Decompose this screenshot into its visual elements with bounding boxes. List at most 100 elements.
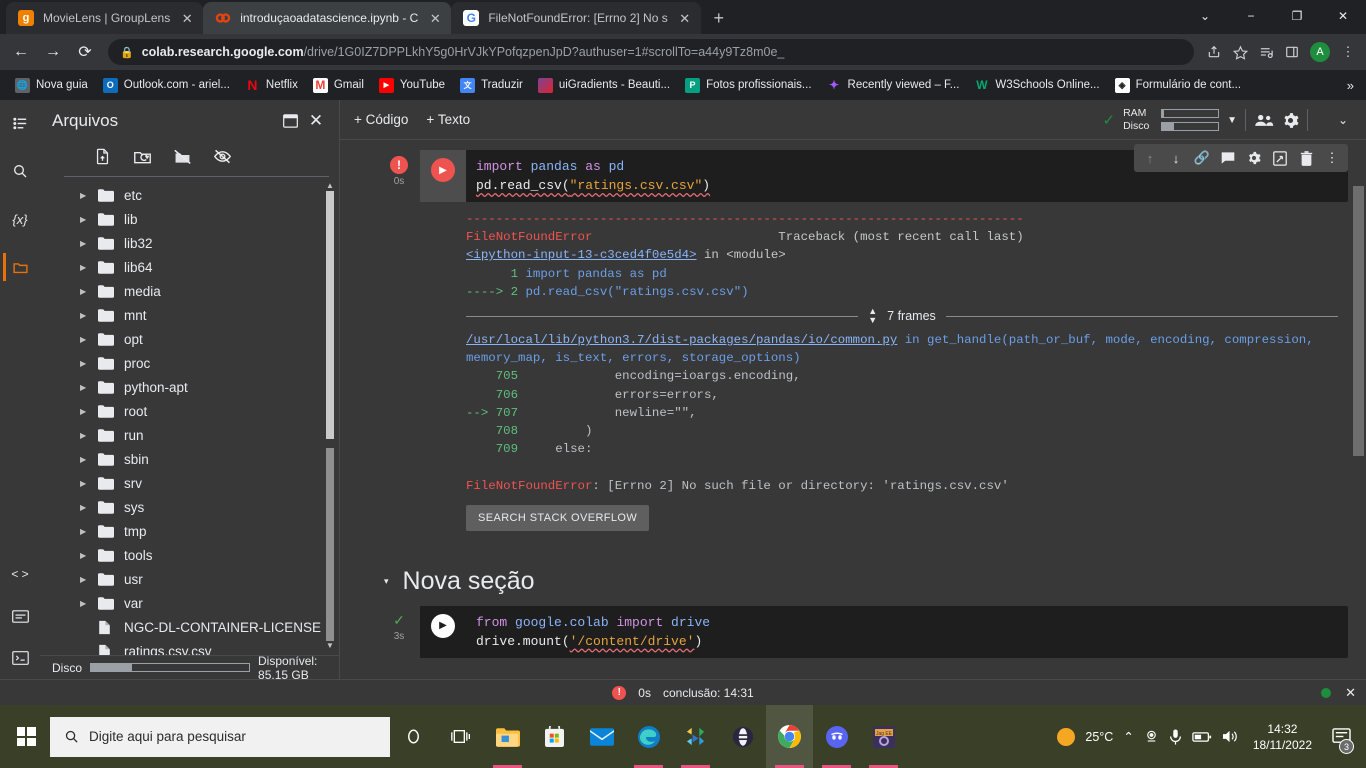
gear-icon[interactable] — [1282, 112, 1299, 129]
microsoft-edge-icon[interactable] — [625, 705, 672, 768]
file-tree-item[interactable]: ▶ sys — [40, 495, 339, 519]
volume-icon[interactable] — [1222, 729, 1239, 744]
scrollbar-thumb-lower[interactable] — [326, 447, 334, 641]
bookmark-item[interactable]: O Outlook.com - ariel... — [96, 75, 237, 96]
scrollbar-thumb[interactable] — [326, 191, 334, 439]
file-tree-item[interactable]: ▶ media — [40, 279, 339, 303]
bookmark-item[interactable]: P Fotos profissionais... — [678, 75, 818, 96]
section-header[interactable]: ▾ Nova seção — [384, 567, 1348, 596]
jagex-ide-icon[interactable]: Jag EE — [860, 705, 907, 768]
file-tree-item[interactable]: ▶ tmp — [40, 519, 339, 543]
file-tree[interactable]: ▶ etc ▶ lib ▶ lib32 ▶ lib64 ▶ media ▶ mnt ▶ opt… — [40, 177, 339, 655]
notebook-scroll-area[interactable]: ↑ ↓ 🔗 ⋮ ! 0s ▶ import pandas as pd pd.re… — [340, 140, 1366, 679]
chevron-right-icon[interactable]: ▶ — [80, 359, 90, 368]
opera-gx-icon[interactable] — [719, 705, 766, 768]
tab-close-icon[interactable]: ✕ — [677, 10, 693, 26]
show-hidden-icons-chevron[interactable]: ⌃ — [1123, 729, 1133, 744]
code-cell-1[interactable]: ! 0s ▶ import pandas as pd pd.read_csv("… — [378, 150, 1348, 541]
browser-tab-3[interactable]: G FileNotFoundError: [Errno 2] No s ✕ — [451, 2, 701, 34]
file-tree-item[interactable]: ▶ srv — [40, 471, 339, 495]
close-panel-icon[interactable]: ✕ — [303, 108, 329, 134]
bookmark-item[interactable]: 文 Traduzir — [453, 75, 530, 96]
files-icon[interactable] — [7, 254, 33, 280]
google-chrome-icon[interactable] — [766, 705, 813, 768]
file-tree-item[interactable]: ▶ lib64 — [40, 255, 339, 279]
code-cell-2[interactable]: ✓ 3s ▶ from google.colab import drive dr… — [378, 605, 1348, 658]
browser-tab-1[interactable]: g MovieLens | GroupLens ✕ — [6, 2, 204, 34]
back-icon[interactable]: ← — [6, 37, 36, 67]
file-tree-item[interactable]: ▶ opt — [40, 327, 339, 351]
add-text-cell-button[interactable]: + Texto — [426, 112, 470, 127]
battery-icon[interactable] — [1192, 731, 1212, 743]
file-tree-item[interactable]: ▶ mnt — [40, 303, 339, 327]
chevron-right-icon[interactable]: ▶ — [80, 599, 90, 608]
variables-icon[interactable]: {x} — [7, 206, 33, 232]
file-tree-item[interactable]: ▶ usr — [40, 567, 339, 591]
chevron-right-icon[interactable]: ▶ — [80, 383, 90, 392]
refresh-folder-icon[interactable] — [130, 144, 154, 168]
people-icon[interactable] — [1254, 113, 1274, 127]
share-icon[interactable] — [1202, 40, 1226, 64]
three-dot-menu-icon[interactable]: ⋮ — [1336, 40, 1360, 64]
bookmark-item[interactable]: ◈ Formulário de cont... — [1108, 75, 1248, 96]
cell-editor[interactable]: ▶ from google.colab import drive drive.m… — [420, 605, 1348, 658]
delete-cell-icon[interactable] — [1294, 147, 1318, 169]
vscode-icon[interactable] — [672, 705, 719, 768]
toggle-hidden-icon[interactable] — [210, 144, 234, 168]
scroll-down-arrow-icon[interactable]: ▼ — [326, 641, 334, 651]
move-cell-up-icon[interactable]: ↑ — [1138, 147, 1162, 169]
run-cell-button[interactable]: ▶ — [431, 158, 455, 182]
tab-close-icon[interactable]: ✕ — [427, 10, 443, 26]
tab-search-icon[interactable]: ⌄ — [1182, 0, 1228, 32]
chevron-right-icon[interactable]: ▶ — [80, 263, 90, 272]
task-view-icon[interactable] — [437, 705, 484, 768]
chevron-right-icon[interactable]: ▶ — [80, 575, 90, 584]
bookmark-item[interactable]: W W3Schools Online... — [967, 75, 1106, 96]
bookmark-item[interactable]: 🌐 Nova guia — [8, 75, 95, 96]
notebook-scrollbar-thumb[interactable] — [1353, 186, 1364, 456]
bookmarks-overflow-button[interactable]: » — [1343, 78, 1358, 93]
bookmark-item[interactable]: ✦ Recently viewed – F... — [820, 75, 967, 96]
file-tree-item[interactable]: ▶ python-apt — [40, 375, 339, 399]
chevron-right-icon[interactable]: ▶ — [80, 287, 90, 296]
add-comment-icon[interactable] — [1216, 147, 1240, 169]
file-tree-item[interactable]: ▶ proc — [40, 351, 339, 375]
discord-icon[interactable] — [813, 705, 860, 768]
cortana-icon[interactable] — [390, 705, 437, 768]
reload-icon[interactable]: ⟳ — [70, 37, 100, 67]
file-tree-item[interactable]: ▶ etc — [40, 183, 339, 207]
chevron-right-icon[interactable]: ▶ — [80, 407, 90, 416]
chevron-right-icon[interactable]: ▶ — [80, 431, 90, 440]
search-stack-overflow-button[interactable]: SEARCH STACK OVERFLOW — [466, 504, 650, 531]
search-icon[interactable] — [7, 158, 33, 184]
collapse-toolbar-icon[interactable]: ⌄ — [1338, 113, 1348, 127]
scrollbar-track[interactable] — [326, 191, 334, 641]
file-tree-item[interactable]: ratings.csv.csv — [40, 639, 339, 655]
action-center-icon[interactable]: 3 — [1326, 705, 1356, 768]
upload-file-icon[interactable] — [90, 144, 114, 168]
chevron-right-icon[interactable]: ▶ — [80, 503, 90, 512]
mount-drive-icon[interactable] — [170, 144, 194, 168]
taskbar-search-input[interactable]: Digite aqui para pesquisar — [50, 716, 390, 757]
windows-start-icon[interactable] — [2, 705, 50, 768]
bookmark-item[interactable]: N Netflix — [238, 75, 305, 96]
new-tab-button[interactable]: + — [705, 4, 733, 32]
reading-list-icon[interactable] — [1254, 40, 1278, 64]
mirror-cell-icon[interactable] — [1268, 147, 1292, 169]
frames-toggle[interactable]: ▲ ▼ 7 frames — [420, 301, 1348, 331]
collapse-section-icon[interactable]: ▾ — [384, 576, 389, 587]
more-options-icon[interactable]: ⋮ — [1320, 147, 1344, 169]
microsoft-store-icon[interactable] — [531, 705, 578, 768]
cell-source-code[interactable]: from google.colab import drive drive.mou… — [466, 606, 1348, 658]
file-tree-item[interactable]: ▶ root — [40, 399, 339, 423]
link-to-cell-icon[interactable]: 🔗 — [1190, 147, 1214, 169]
status-close-icon[interactable]: ✕ — [1345, 685, 1356, 701]
tab-close-icon[interactable]: ✕ — [179, 10, 195, 26]
bookmark-item[interactable]: uiGradients - Beauti... — [531, 75, 677, 96]
open-in-new-window-icon[interactable] — [277, 108, 303, 134]
command-palette-icon[interactable] — [7, 603, 33, 629]
browser-tab-2[interactable]: introduçaoadatascience.ipynb - C ✕ — [203, 2, 452, 34]
taskbar-clock[interactable]: 14:32 18/11/2022 — [1249, 721, 1316, 753]
bookmark-item[interactable]: M Gmail — [306, 75, 371, 96]
table-of-contents-icon[interactable] — [7, 110, 33, 136]
